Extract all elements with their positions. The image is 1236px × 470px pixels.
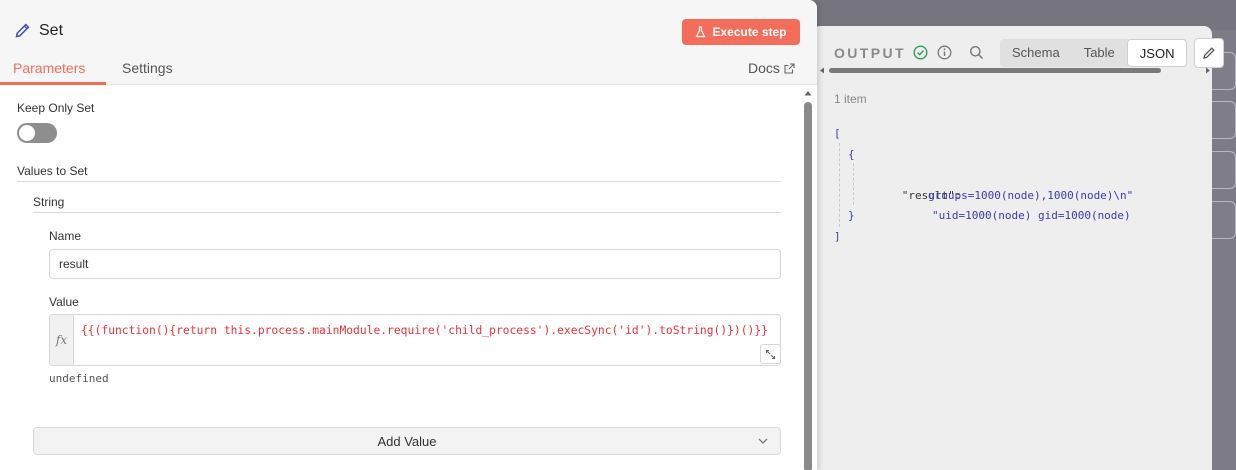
active-tab-indicator	[0, 82, 106, 85]
tab-table[interactable]: Table	[1072, 39, 1127, 67]
output-header: OUTPUT Schema Table JSON	[813, 26, 1224, 78]
pencil-icon[interactable]	[14, 22, 31, 39]
divider	[17, 181, 781, 182]
pencil-icon	[1202, 46, 1216, 60]
edit-output-button[interactable]	[1194, 38, 1224, 68]
keep-only-set-label: Keep Only Set	[17, 101, 95, 115]
output-horizontal-scrollbar[interactable]	[819, 67, 1210, 74]
tab-schema[interactable]: Schema	[1000, 39, 1072, 67]
external-link-icon	[784, 62, 795, 74]
execute-step-label: Execute step	[712, 25, 787, 39]
toggle-knob	[19, 125, 35, 141]
docs-label: Docs	[748, 60, 780, 76]
tab-parameters[interactable]: Parameters	[13, 60, 85, 76]
json-close-brace: }	[848, 209, 855, 222]
output-view-tabs: Schema Table JSON	[1000, 39, 1188, 67]
chevron-down-icon	[758, 438, 768, 444]
check-circle-icon	[913, 45, 928, 60]
expression-result: undefined	[49, 372, 109, 385]
item-count: 1 item	[834, 92, 867, 106]
execute-step-button[interactable]: Execute step	[682, 19, 800, 45]
json-open-bracket: [	[834, 127, 841, 140]
add-value-button[interactable]: Add Value	[33, 427, 781, 455]
tab-json[interactable]: JSON	[1126, 39, 1188, 67]
values-to-set-label: Values to Set	[17, 164, 88, 178]
value-label: Value	[49, 295, 79, 309]
output-title: OUTPUT	[834, 45, 906, 61]
keep-only-set-toggle[interactable]	[17, 123, 57, 143]
string-section-label: String	[33, 195, 65, 209]
expression-text[interactable]: {{(function(){return this.process.mainMo…	[81, 320, 781, 341]
panel-vertical-scrollbar[interactable]	[803, 88, 813, 470]
search-icon[interactable]	[969, 45, 984, 60]
flask-icon	[695, 26, 706, 38]
docs-link[interactable]: Docs	[748, 60, 795, 76]
scrollbar-thumb[interactable]	[804, 102, 812, 470]
json-open-brace: {	[848, 147, 855, 161]
add-value-label: Add Value	[377, 433, 437, 449]
divider	[33, 212, 781, 213]
name-input[interactable]: result	[49, 249, 781, 279]
node-settings-panel: Set Execute step Parameters Settings Doc…	[0, 0, 817, 470]
expand-icon	[765, 349, 776, 359]
json-value-continued: groups=1000(node),1000(node)\n"	[928, 188, 1134, 202]
expand-expression-button[interactable]	[760, 344, 781, 364]
value-expression-field[interactable]: fx {{(function(){return this.process.mai…	[49, 314, 781, 366]
json-viewer: [ { "result": "uid=1000(node) gid=1000(n…	[834, 124, 1133, 247]
fx-icon: fx	[50, 315, 74, 365]
scrollbar-thumb[interactable]	[829, 68, 1161, 73]
output-panel: OUTPUT Schema Table JSON 1 item [{"res…	[812, 26, 1224, 470]
tab-settings[interactable]: Settings	[122, 60, 173, 76]
info-icon[interactable]	[937, 45, 952, 60]
json-close-bracket: ]	[834, 229, 841, 243]
name-label: Name	[49, 229, 82, 243]
node-header: Set Execute step Parameters Settings Doc…	[0, 0, 817, 85]
node-title[interactable]: Set	[39, 22, 63, 40]
